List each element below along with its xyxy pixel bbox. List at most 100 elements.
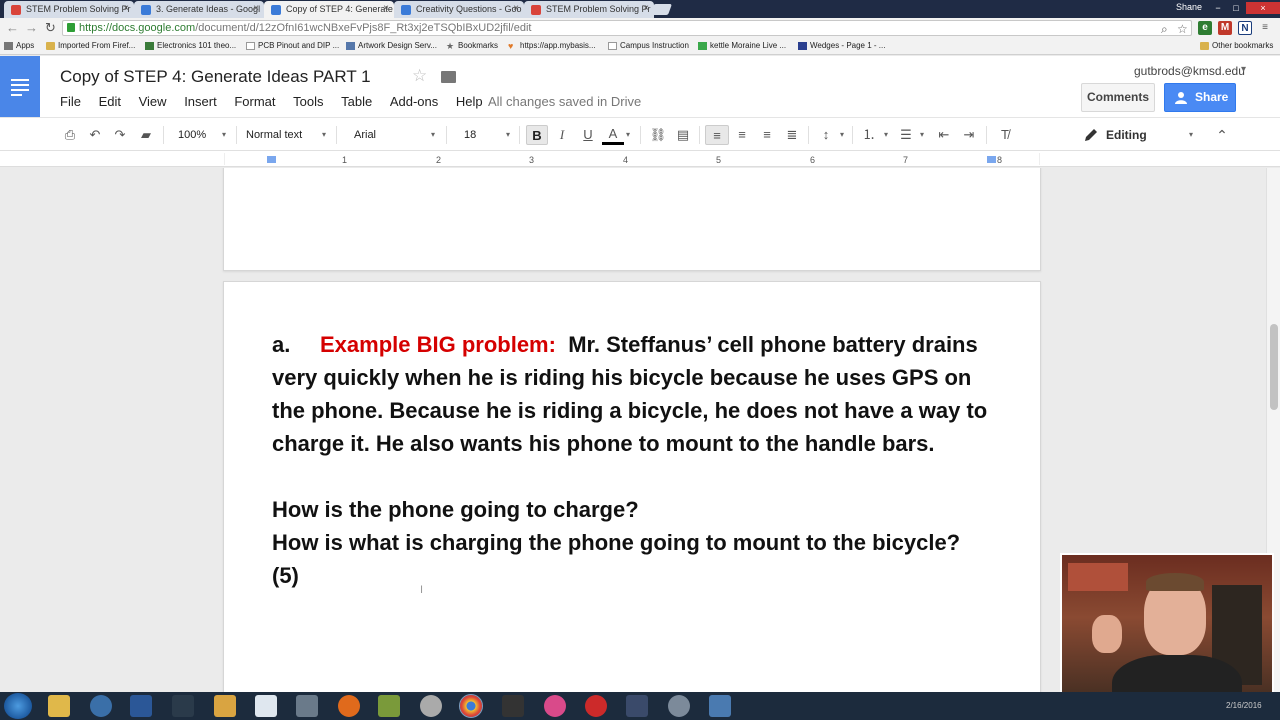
align-justify-icon[interactable]: ≣ xyxy=(781,125,803,145)
document-page[interactable] xyxy=(223,168,1041,271)
menu-format[interactable]: Format xyxy=(234,94,275,109)
align-left-icon[interactable]: ≡ xyxy=(705,125,729,145)
bookmark-item[interactable]: ♥ https://app.mybasis... xyxy=(508,41,596,51)
redo-icon[interactable]: ↷ xyxy=(110,125,130,145)
increase-indent-icon[interactable]: ⇥ xyxy=(958,125,980,145)
close-tab-icon[interactable]: × xyxy=(253,3,259,14)
clear-formatting-icon[interactable]: T̸ xyxy=(994,125,1016,145)
extension-icon[interactable]: N xyxy=(1238,21,1252,35)
window-close-icon[interactable]: × xyxy=(1246,2,1280,14)
reload-icon[interactable]: ↻ xyxy=(45,20,56,36)
start-button-icon[interactable] xyxy=(4,693,32,719)
firefox-icon[interactable] xyxy=(338,695,360,717)
bookmark-item[interactable]: Artwork Design Serv... xyxy=(346,41,437,50)
left-indent-marker[interactable] xyxy=(267,156,276,163)
creative-cloud-icon[interactable] xyxy=(585,695,607,717)
game-app-icon[interactable] xyxy=(626,695,648,717)
save-status[interactable]: All changes saved in Drive xyxy=(488,94,641,109)
document-title[interactable]: Copy of STEP 4: Generate Ideas PART 1 xyxy=(60,67,371,87)
menu-file[interactable]: File xyxy=(60,94,81,109)
question-2[interactable]: How is what is charging the phone going … xyxy=(272,526,992,592)
text-color-button[interactable]: A xyxy=(602,125,624,145)
minimize-icon[interactable]: − xyxy=(1208,2,1228,14)
zoom-select[interactable]: 100% xyxy=(178,125,206,145)
chrome-icon[interactable] xyxy=(459,694,483,718)
bookmark-item[interactable]: Imported From Firef... xyxy=(46,41,135,50)
menu-help[interactable]: Help xyxy=(456,94,483,109)
close-tab-icon[interactable]: × xyxy=(123,3,129,14)
tray-clock[interactable]: 2/16/2016 xyxy=(1226,701,1262,710)
browser-tab[interactable]: STEM Problem Solving Pr × xyxy=(524,1,654,18)
forward-icon[interactable]: → xyxy=(25,20,38,35)
eye-app-icon[interactable] xyxy=(420,695,442,717)
problem-paragraph[interactable]: a. Example BIG problem: Mr. Steffanus’ ce… xyxy=(272,328,992,460)
editing-mode-select[interactable]: Editing ▾ xyxy=(1080,125,1200,145)
docs-home-icon[interactable] xyxy=(0,56,40,117)
media-player-icon[interactable] xyxy=(214,695,236,717)
undo-icon[interactable]: ↶ xyxy=(85,125,105,145)
new-tab-button[interactable] xyxy=(649,4,673,15)
bookmark-item[interactable]: ★ Bookmarks xyxy=(446,41,498,51)
bulleted-list-icon[interactable]: ☰ xyxy=(895,125,917,145)
paragraph-style-select[interactable]: Normal text xyxy=(246,125,302,145)
close-tab-icon[interactable]: × xyxy=(513,3,519,14)
menu-view[interactable]: View xyxy=(139,94,167,109)
browser-tab[interactable]: 3. Generate Ideas - Googl × xyxy=(134,1,264,18)
close-tab-icon[interactable]: × xyxy=(383,3,389,14)
browser-tab[interactable]: STEM Problem Solving Pr × xyxy=(4,1,134,18)
bookmark-apps[interactable]: Apps xyxy=(4,41,34,50)
star-icon[interactable]: ☆ xyxy=(412,66,427,86)
underline-button[interactable]: U xyxy=(578,125,598,145)
file-explorer-icon[interactable] xyxy=(48,695,70,717)
user-email[interactable]: gutbrods@kmsd.edu xyxy=(1134,64,1245,78)
word-icon[interactable] xyxy=(130,695,152,717)
font-select[interactable]: Arial xyxy=(354,125,376,145)
align-center-icon[interactable]: ≡ xyxy=(731,125,753,145)
maximize-icon[interactable]: □ xyxy=(1226,2,1246,14)
menu-tools[interactable]: Tools xyxy=(293,94,323,109)
extension-icon[interactable]: e xyxy=(1198,21,1212,35)
account-dropdown-icon[interactable]: ▾ xyxy=(1241,64,1246,75)
decrease-indent-icon[interactable]: ⇤ xyxy=(933,125,955,145)
move-to-folder-icon[interactable] xyxy=(441,71,456,83)
scrollbar-thumb[interactable] xyxy=(1270,324,1278,410)
menu-insert[interactable]: Insert xyxy=(184,94,217,109)
question-1[interactable]: How is the phone going to charge? xyxy=(272,493,992,526)
share-button[interactable]: Share xyxy=(1164,83,1236,112)
back-icon[interactable]: ← xyxy=(6,20,19,35)
italic-button[interactable]: I xyxy=(552,125,572,145)
font-size-select[interactable]: 18 xyxy=(464,125,476,145)
drawing-app-icon[interactable] xyxy=(378,695,400,717)
menu-edit[interactable]: Edit xyxy=(99,94,121,109)
tool-app-icon[interactable] xyxy=(296,695,318,717)
bold-button[interactable]: B xyxy=(526,125,548,145)
document-body[interactable]: a. Example BIG problem: Mr. Steffanus’ ce… xyxy=(272,328,992,592)
comment-icon[interactable]: ▤ xyxy=(673,125,693,145)
bookmark-item[interactable]: Electronics 101 theo... xyxy=(145,41,236,50)
document-page[interactable]: a. Example BIG problem: Mr. Steffanus’ ce… xyxy=(223,281,1041,692)
other-bookmarks[interactable]: Other bookmarks xyxy=(1200,41,1273,50)
comments-button[interactable]: Comments xyxy=(1081,83,1155,112)
zoom-icon[interactable]: ⌕ xyxy=(1161,22,1168,37)
bookmark-star-icon[interactable]: ☆ xyxy=(1177,22,1188,36)
browser-tab[interactable]: Creativity Questions - Goo × xyxy=(394,1,524,18)
line-spacing-icon[interactable]: ↕ xyxy=(815,125,837,145)
bookmark-item[interactable]: kettle Moraine Live ... xyxy=(698,41,786,50)
photos-icon[interactable] xyxy=(709,695,731,717)
menu-table[interactable]: Table xyxy=(341,94,372,109)
menu-addons[interactable]: Add-ons xyxy=(390,94,438,109)
bookmark-item[interactable]: Wedges - Page 1 - ... xyxy=(798,41,885,50)
link-icon[interactable]: ⛓ xyxy=(647,125,669,145)
close-tab-icon[interactable]: × xyxy=(643,3,649,14)
bookmark-item[interactable]: Campus Instruction xyxy=(608,41,689,50)
extension-icon[interactable]: M xyxy=(1218,21,1232,35)
steam-icon[interactable] xyxy=(172,695,194,717)
itunes-icon[interactable] xyxy=(544,695,566,717)
bookmark-item[interactable]: PCB Pinout and DIP ... xyxy=(246,41,339,50)
gopro-icon[interactable] xyxy=(502,695,524,717)
print-icon[interactable]: ⎙ xyxy=(60,125,80,145)
network-app-icon[interactable] xyxy=(90,695,112,717)
browser-tab-active[interactable]: Copy of STEP 4: Generate × xyxy=(264,1,394,18)
collapse-menus-icon[interactable]: ⌃ xyxy=(1212,125,1232,145)
numbered-list-icon[interactable]: ⒈ xyxy=(858,125,880,145)
